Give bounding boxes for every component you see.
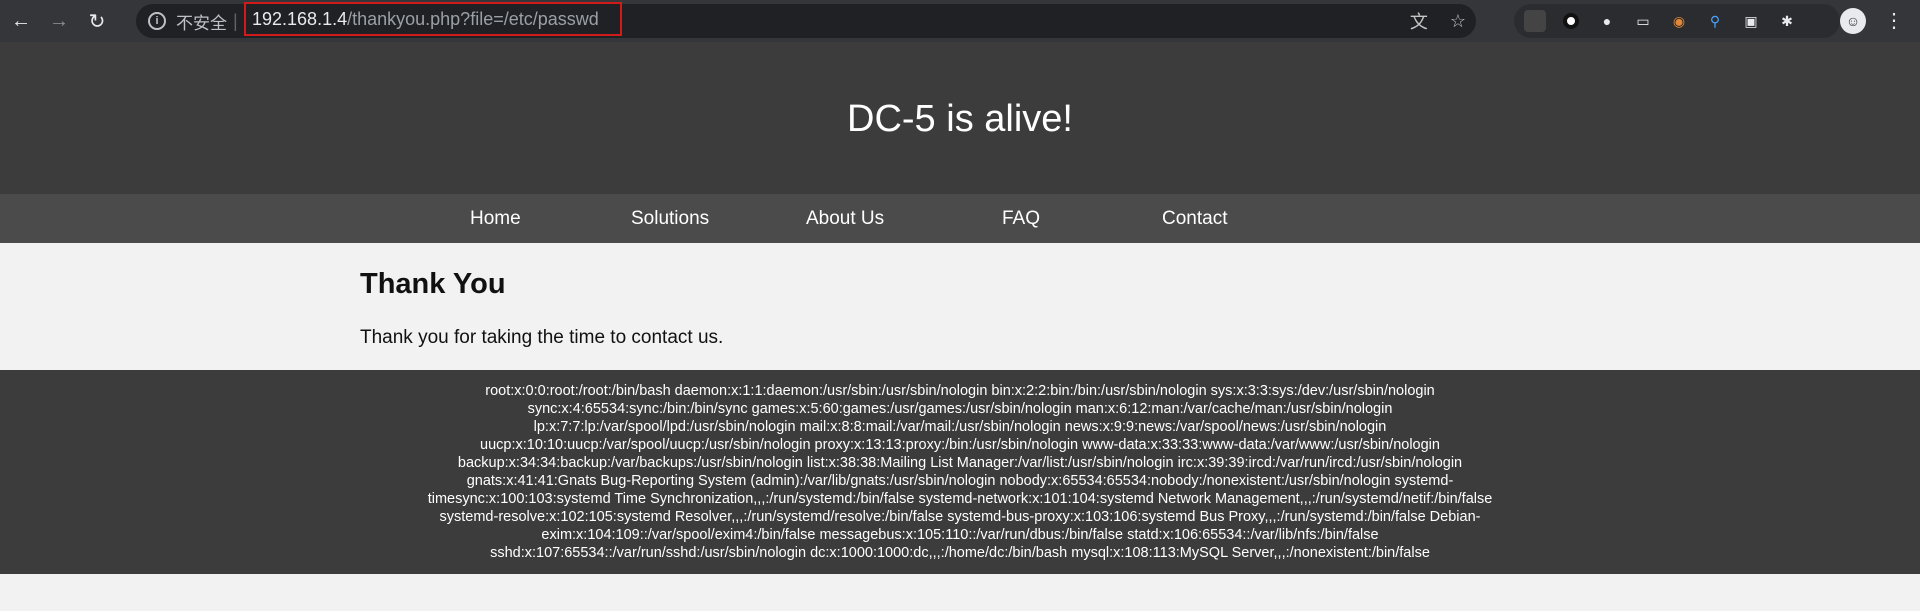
scrollbar[interactable]	[1914, 42, 1920, 192]
site-footer: root:x:0:0:root:/root:/bin/bash daemon:x…	[0, 370, 1920, 574]
file-line: sshd:x:107:65534::/var/run/sshd:/usr/sbi…	[490, 545, 1430, 561]
translate-icon[interactable]: 文	[1410, 8, 1428, 34]
extension-icon-7[interactable]: ▣	[1740, 10, 1762, 32]
back-icon[interactable]: ←	[4, 4, 38, 38]
nav-contact[interactable]: Contact	[1162, 208, 1227, 230]
monitor-icon[interactable]: ▭	[1632, 10, 1654, 32]
address-bar[interactable]: i 不安全 | 192.168.1.4/thankyou.php?file=/e…	[136, 2, 1476, 38]
file-line: root:x:0:0:root:/root:/bin/bash daemon:x…	[485, 383, 1435, 399]
security-label: 不安全	[176, 13, 227, 33]
nav-about-us[interactable]: About Us	[806, 208, 884, 230]
forward-icon[interactable]: →	[42, 4, 76, 38]
extension-icon-2[interactable]	[1560, 10, 1582, 32]
file-line: lp:x:7:7:lp:/var/spool/lpd:/usr/sbin/nol…	[533, 419, 1387, 435]
site-nav: Home Solutions About Us FAQ Contact	[0, 194, 1920, 243]
file-line: timesync:x:100:103:systemd Time Synchron…	[427, 491, 1493, 507]
nav-faq[interactable]: FAQ	[1002, 208, 1040, 230]
file-line: exim:x:104:109::/var/spool/exim4:/bin/fa…	[541, 527, 1379, 543]
menu-icon[interactable]: ⋮	[1884, 8, 1904, 34]
file-line: systemd-resolve:x:102:105:systemd Resolv…	[439, 509, 1481, 525]
extensions-bar: ● ▭ ◉ ⚲ ▣ ✱	[1514, 4, 1840, 38]
nav-home[interactable]: Home	[470, 208, 521, 230]
file-line: sync:x:4:65534:sync:/bin:/bin/sync games…	[527, 401, 1393, 417]
file-line: uucp:x:10:10:uucp:/var/spool/uucp:/usr/s…	[480, 437, 1440, 453]
file-output: root:x:0:0:root:/root:/bin/bash daemon:x…	[360, 382, 1560, 562]
avatar[interactable]: ☺	[1840, 8, 1866, 34]
url-field[interactable]: 192.168.1.4/thankyou.php?file=/etc/passw…	[244, 2, 622, 36]
extensions-icon[interactable]: ✱	[1776, 10, 1798, 32]
extension-icon-1[interactable]	[1524, 10, 1546, 32]
web-page: DC-5 is alive! Home Solutions About Us F…	[0, 42, 1920, 611]
file-line: gnats:x:41:41:Gnats Bug-Reporting System…	[466, 473, 1454, 489]
nav-solutions[interactable]: Solutions	[631, 208, 709, 230]
info-icon[interactable]: i	[148, 12, 166, 30]
site-title: DC-5 is alive!	[847, 98, 1073, 140]
cookie-icon[interactable]: ◉	[1668, 10, 1690, 32]
url-path: /thankyou.php?file=/etc/passwd	[347, 8, 599, 29]
reload-icon[interactable]: ↻	[80, 4, 114, 38]
browser-toolbar: ← → ↻ i 不安全 | 192.168.1.4/thankyou.php?f…	[0, 0, 1920, 42]
url-host: 192.168.1.4	[252, 8, 348, 29]
extension-icon-3[interactable]: ●	[1596, 10, 1618, 32]
pin-icon[interactable]: ⚲	[1704, 10, 1726, 32]
page-text: Thank you for taking the time to contact…	[360, 327, 724, 348]
site-header: DC-5 is alive!	[0, 42, 1920, 194]
star-icon[interactable]: ☆	[1450, 11, 1466, 32]
separator: |	[233, 10, 238, 31]
page-title: Thank You	[360, 268, 506, 300]
file-line: backup:x:34:34:backup:/var/backups:/usr/…	[457, 455, 1463, 471]
